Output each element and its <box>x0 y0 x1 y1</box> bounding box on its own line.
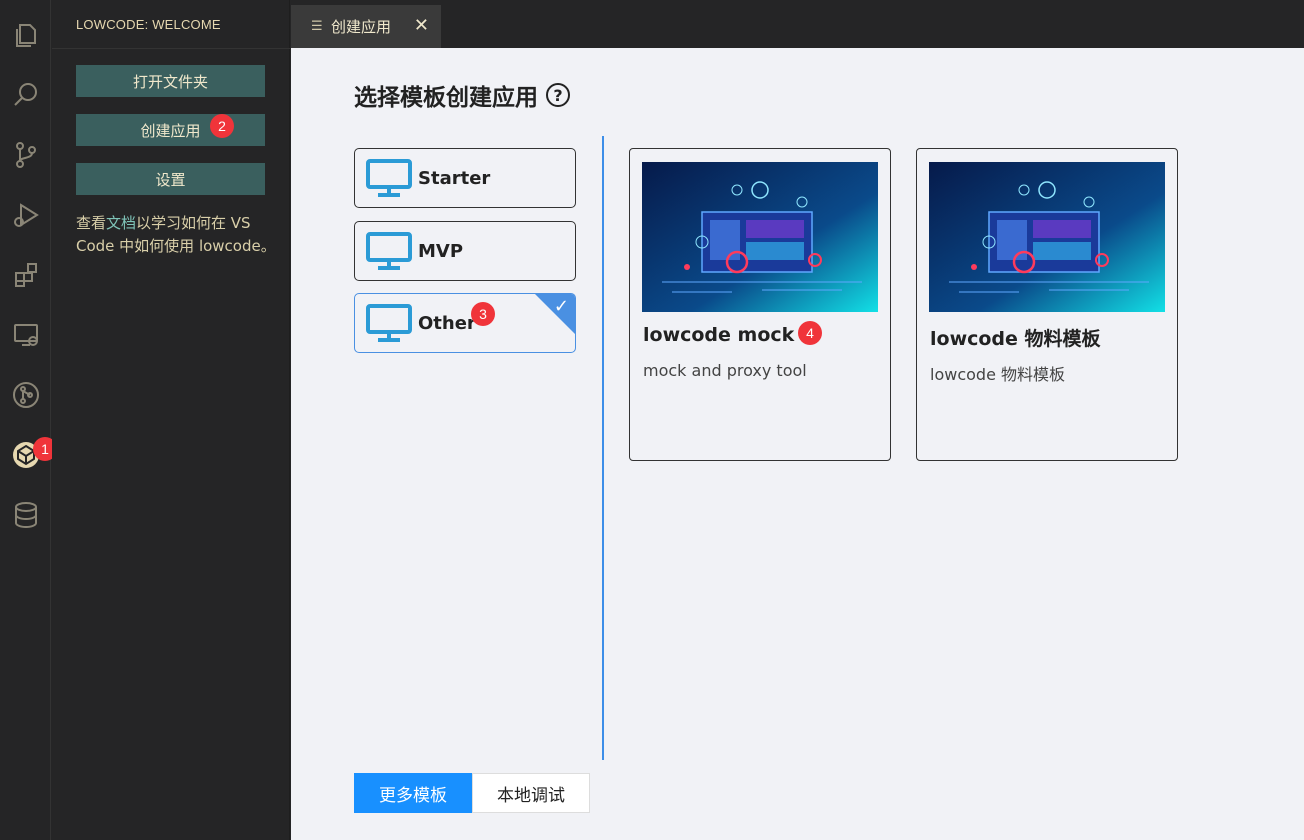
page-title-text: 选择模板创建应用 <box>354 85 538 111</box>
help-text-prefix: 查看 <box>76 214 107 232</box>
template-thumbnail-image <box>642 162 878 312</box>
template-card-mock[interactable]: lowcode mock mock and proxy tool <box>629 148 891 461</box>
badge-2: 2 <box>210 114 234 138</box>
activity-bar: 1 <box>0 0 57 840</box>
badge-3: 3 <box>471 302 495 326</box>
card-title: lowcode 物料模板 <box>930 328 1101 350</box>
search-icon[interactable] <box>0 70 51 120</box>
category-starter[interactable]: Starter <box>354 148 576 208</box>
tab-bar: ☰ 创建应用 ✕ <box>291 0 1304 48</box>
sidebar-divider <box>52 48 290 49</box>
monitor-icon <box>366 304 412 342</box>
close-icon[interactable]: ✕ <box>414 15 429 36</box>
git-graph-icon[interactable] <box>0 370 51 420</box>
monitor-icon <box>366 159 412 197</box>
card-title: lowcode mock <box>643 324 795 346</box>
vertical-divider <box>602 136 604 760</box>
category-label: Other <box>418 312 476 334</box>
category-other[interactable]: Other ✓ <box>354 293 576 353</box>
card-description: lowcode 物料模板 <box>930 365 1065 384</box>
preview-icon: ☰ <box>311 19 323 34</box>
explorer-icon[interactable] <box>0 10 51 60</box>
run-debug-icon[interactable] <box>0 190 51 240</box>
main-content: 选择模板创建应用 ? Starter MVP Other ✓ 3 lowcode… <box>291 48 1304 840</box>
help-text: 查看文档以学习如何在 VS Code 中如何使用 lowcode。 <box>76 212 276 258</box>
settings-button[interactable]: 设置 <box>76 163 265 195</box>
card-description: mock and proxy tool <box>643 361 807 380</box>
docs-link[interactable]: 文档 <box>106 214 136 232</box>
remote-explorer-icon[interactable] <box>0 310 51 360</box>
database-icon[interactable] <box>0 490 51 540</box>
help-icon[interactable]: ? <box>546 83 570 107</box>
more-templates-button[interactable]: 更多模板 <box>354 773 472 813</box>
template-card-material[interactable]: lowcode 物料模板 lowcode 物料模板 <box>916 148 1178 461</box>
sidebar: LOWCODE: WELCOME 打开文件夹 创建应用 2 设置 查看文档以学习… <box>52 0 290 840</box>
category-label: Starter <box>418 167 491 189</box>
tab-create-app[interactable]: ☰ 创建应用 ✕ <box>291 5 441 48</box>
category-mvp[interactable]: MVP <box>354 221 576 281</box>
create-app-button[interactable]: 创建应用 <box>76 114 265 146</box>
open-folder-button[interactable]: 打开文件夹 <box>76 65 265 97</box>
local-debug-button[interactable]: 本地调试 <box>472 773 590 813</box>
page-title: 选择模板创建应用 ? <box>354 78 570 112</box>
extensions-icon[interactable] <box>0 250 51 300</box>
badge-4: 4 <box>798 321 822 345</box>
sidebar-title: LOWCODE: WELCOME <box>76 17 221 32</box>
category-label: MVP <box>418 240 464 262</box>
tab-label: 创建应用 <box>331 18 392 36</box>
template-thumbnail-image <box>929 162 1165 312</box>
source-control-icon[interactable] <box>0 130 51 180</box>
check-icon: ✓ <box>553 296 569 317</box>
monitor-icon <box>366 232 412 270</box>
